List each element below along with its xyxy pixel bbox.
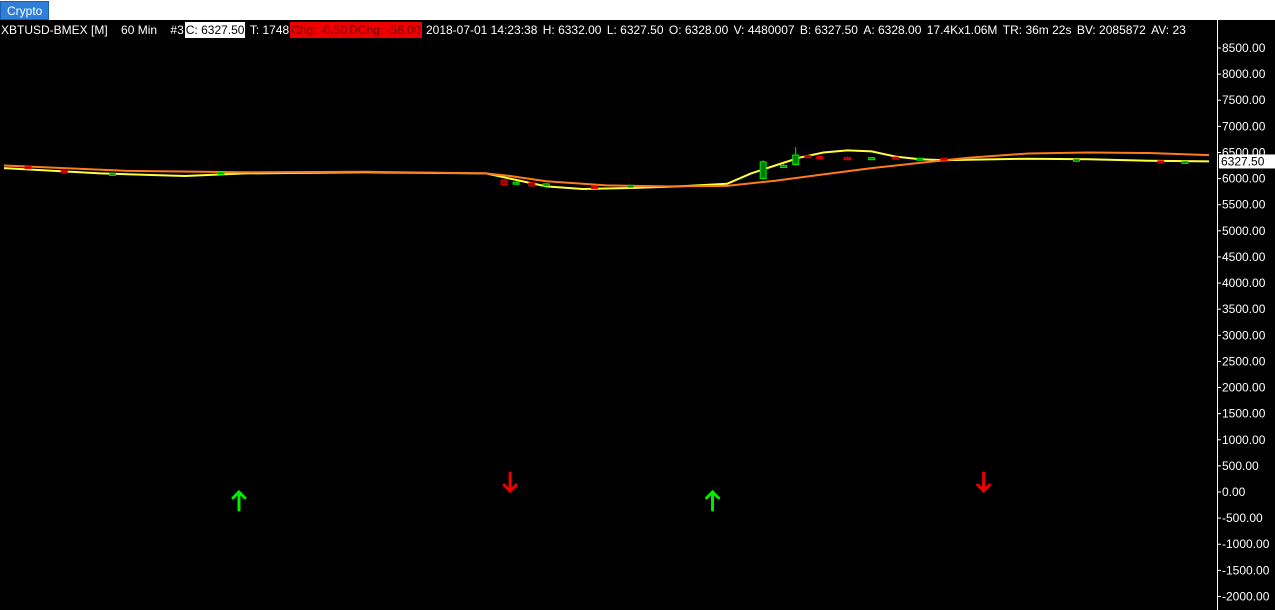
candle-up[interactable] (916, 157, 924, 161)
price-tick-label: 2000.00 (1222, 381, 1266, 395)
datetime-value: 2018-07-01 14:23:38 (425, 23, 538, 37)
price-tick-label: 4000.00 (1222, 276, 1266, 290)
symbol-label: XBTUSD-BMEX [M] (1, 23, 108, 37)
ticks-value: T: 1748 (249, 23, 290, 37)
candle-up[interactable] (1181, 160, 1189, 164)
high-value: H: 6332.00 (542, 23, 602, 37)
price-tick-label: 1000.00 (1222, 433, 1266, 447)
sell-signal-arrow-icon (502, 471, 518, 494)
price-tick-label: -2000.00 (1222, 589, 1270, 603)
price-tick-label: 5500.00 (1222, 198, 1266, 212)
price-chart[interactable]: 8500.00 8000.00 7500.00 7000.00 6500.00 6000.… (0, 20, 1275, 610)
tab-bar: Crypto (0, 0, 1275, 20)
candle-up[interactable] (627, 184, 635, 188)
price-tick-label: -500.00 (1222, 511, 1263, 525)
price-tick-label: 7000.00 (1222, 119, 1266, 133)
candle-up[interactable] (792, 154, 800, 165)
price-tick-label: -1500.00 (1222, 563, 1270, 577)
candle-down[interactable] (804, 155, 812, 159)
candle-up[interactable] (542, 183, 550, 187)
index-label: #3 (170, 23, 184, 37)
price-tick-label: 3500.00 (1222, 302, 1266, 316)
candle-down[interactable] (24, 166, 32, 170)
candle-up[interactable] (1072, 158, 1080, 162)
interval-label: 60 Min (121, 23, 158, 37)
candle-down[interactable] (60, 170, 68, 174)
price-tick-label: 0.00 (1222, 485, 1246, 499)
candle-down[interactable] (590, 185, 598, 189)
time-remaining-value: TR: 36m 22s (1002, 23, 1072, 37)
candle-up[interactable] (512, 181, 520, 185)
candle-down[interactable] (892, 156, 900, 160)
buy-signal-arrow-icon (231, 489, 247, 512)
candle-down[interactable] (940, 157, 948, 161)
buy-signal-arrow-icon (705, 489, 721, 512)
price-tick-label: 8000.00 (1222, 67, 1266, 81)
price-tick-label: 3000.00 (1222, 328, 1266, 342)
candle-up[interactable] (108, 172, 116, 176)
candle-up[interactable] (868, 157, 876, 161)
price-tick-label: 500.00 (1222, 459, 1259, 473)
tab-crypto[interactable]: Crypto (0, 1, 50, 20)
moving-average-slow-line (3, 151, 1210, 188)
candle-down[interactable] (500, 179, 508, 186)
ask-volume-value: AV: 23 (1151, 23, 1186, 37)
change-value: Chg: -0.50 (290, 22, 349, 38)
candle-up[interactable] (759, 161, 767, 180)
price-tick-label: 1500.00 (1222, 407, 1266, 421)
price-tick-label: 2500.00 (1222, 354, 1266, 368)
price-tick-label: 8500.00 (1222, 41, 1266, 55)
size-value: 17.4Kx1.06M (926, 23, 998, 37)
chart-canvas[interactable]: 8500.008000.007500.007000.006500.006000.… (0, 20, 1275, 610)
candle-up[interactable] (780, 165, 788, 169)
close-value: C: 6327.50 (184, 22, 246, 38)
price-tick-label: 4500.00 (1222, 250, 1266, 264)
low-value: L: 6327.50 (606, 23, 664, 37)
moving-average-fast-line (3, 149, 1210, 190)
price-tick-label: 6000.00 (1222, 172, 1266, 186)
bid-value: B: 6327.50 (799, 23, 858, 37)
open-value: O: 6328.00 (668, 23, 729, 37)
last-price-label: 6327.50 (1221, 154, 1265, 168)
candle-up[interactable] (217, 171, 225, 175)
candle-down[interactable] (816, 156, 824, 160)
bid-volume-value: BV: 2085872 (1076, 23, 1146, 37)
price-tick-label: -1000.00 (1222, 537, 1270, 551)
volume-value: V: 4480007 (733, 23, 795, 37)
price-tick-label: 7500.00 (1222, 93, 1266, 107)
candle-down[interactable] (528, 182, 536, 187)
ask-value: A: 6328.00 (863, 23, 922, 37)
sell-signal-arrow-icon (976, 471, 992, 494)
daily-change-value: DChg: -56.00 (348, 22, 422, 38)
candle-down[interactable] (1157, 160, 1165, 164)
quote-info-bar: XBTUSD-BMEX [M] 60 Min #3 C: 6327.50 T: 1… (0, 22, 1217, 38)
candle-down[interactable] (844, 157, 851, 161)
price-tick-label: 5000.00 (1222, 224, 1266, 238)
